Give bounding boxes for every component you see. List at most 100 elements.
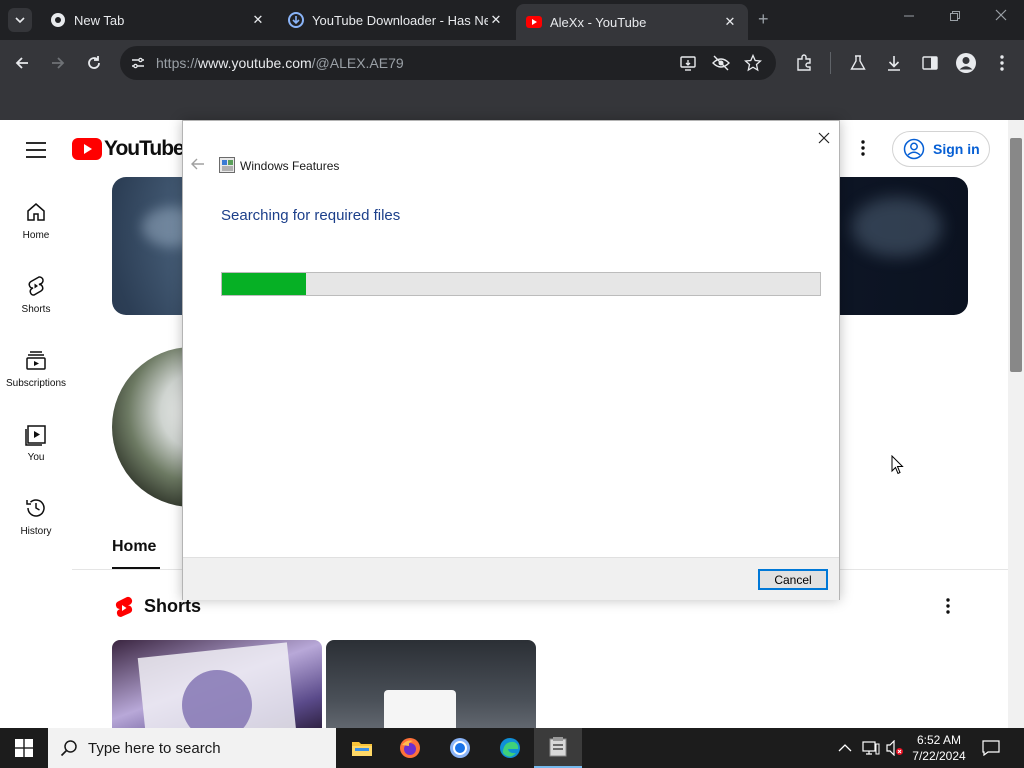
nav-label: Home <box>22 230 50 241</box>
short-thumbnail[interactable] <box>326 640 536 728</box>
show-hidden-icons-button[interactable] <box>838 728 852 768</box>
extensions-button[interactable] <box>791 50 817 76</box>
start-button[interactable] <box>0 728 48 768</box>
bookmarks-bar <box>0 85 1024 120</box>
tab-title: New Tab <box>74 12 125 28</box>
dialog-back-button[interactable] <box>191 157 205 173</box>
youtube-logo-text: YouTube <box>104 137 185 160</box>
restore-icon <box>950 11 960 21</box>
profile-button[interactable] <box>953 50 979 76</box>
volume-muted-icon <box>886 740 903 756</box>
labs-button[interactable] <box>845 50 871 76</box>
windows-logo-icon <box>15 739 33 757</box>
dialog-status-text: Searching for required files <box>221 207 401 224</box>
shorts-logo-icon <box>114 596 134 625</box>
nav-label: You <box>27 452 45 463</box>
site-settings-icon[interactable] <box>130 55 146 74</box>
edge-icon <box>500 738 520 758</box>
taskbar-edge[interactable] <box>486 728 534 768</box>
taskbar-clock[interactable]: 6:52 AM 7/22/2024 <box>906 732 972 764</box>
arrow-left-icon <box>15 57 28 69</box>
subscriptions-icon <box>26 351 46 370</box>
back-button[interactable] <box>9 50 35 76</box>
tab-close-icon[interactable]: ✕ <box>722 14 738 30</box>
restore-button[interactable] <box>940 8 970 24</box>
dialog-close-button[interactable] <box>813 127 835 149</box>
install-app-icon[interactable] <box>680 54 698 75</box>
active-tab-underline <box>112 567 160 569</box>
side-panel-button[interactable] <box>917 50 943 76</box>
reload-icon <box>88 56 100 69</box>
windows-features-icon <box>549 737 567 757</box>
tab-youtube-downloader[interactable]: YouTube Downloader - Has Ne ✕ <box>278 4 514 36</box>
mouse-cursor-icon <box>891 454 904 480</box>
flask-icon <box>850 55 866 70</box>
nav-label: Shorts <box>21 304 51 315</box>
chrome-globe-icon <box>50 12 66 28</box>
chevron-up-icon <box>838 744 852 752</box>
close-window-button[interactable] <box>986 8 1016 24</box>
toolbar-divider <box>830 52 831 74</box>
clock-time: 6:52 AM <box>916 733 962 747</box>
nav-item-home[interactable]: Home <box>0 200 72 241</box>
browser-menu-button[interactable] <box>989 50 1015 76</box>
firefox-icon <box>400 738 420 758</box>
tab-title: YouTube Downloader - Has Ne <box>312 12 488 28</box>
progress-bar-fill <box>222 273 306 295</box>
nav-item-you[interactable]: You <box>0 422 72 463</box>
tab-new-tab[interactable]: New Tab ✕ <box>40 4 276 36</box>
nav-item-history[interactable]: History <box>0 496 72 537</box>
search-placeholder: Type here to search <box>88 739 221 757</box>
notifications-button[interactable] <box>982 728 1000 768</box>
url-scheme: https:// <box>156 55 199 71</box>
windows-features-dialog: Windows Features Searching for required … <box>182 120 840 600</box>
kebab-menu-icon <box>946 598 950 614</box>
browser-toolbar: https://www.youtube.com/@ALEX.AE79 <box>0 40 1024 85</box>
kebab-menu-icon <box>1000 55 1004 71</box>
nav-item-subscriptions[interactable]: Subscriptions <box>0 348 72 389</box>
bookmark-star-icon[interactable] <box>743 53 763 75</box>
new-tab-button[interactable]: + <box>758 9 769 30</box>
tab-close-icon[interactable]: ✕ <box>250 12 266 28</box>
nav-label: History <box>20 526 52 537</box>
tab-search-button[interactable] <box>8 8 32 32</box>
progress-bar <box>221 272 821 296</box>
shorts-menu-button[interactable] <box>946 598 950 619</box>
short-thumbnail[interactable] <box>112 640 322 728</box>
windows-taskbar: Type here to search 6:52 AM 7/22/2024 <box>0 728 1024 768</box>
volume-control[interactable] <box>886 728 904 768</box>
taskbar-file-explorer[interactable] <box>338 728 386 768</box>
you-icon <box>25 425 46 446</box>
tab-close-icon[interactable]: ✕ <box>488 12 504 28</box>
taskbar-firefox[interactable] <box>386 728 434 768</box>
channel-tab-home[interactable]: Home <box>112 538 156 556</box>
nav-item-shorts[interactable]: Shorts <box>0 274 72 315</box>
network-status[interactable] <box>862 728 880 768</box>
nav-label: Subscriptions <box>5 378 67 389</box>
side-panel-icon <box>922 56 938 70</box>
minimize-button[interactable] <box>894 8 924 24</box>
downloader-favicon-icon <box>288 12 304 28</box>
history-icon <box>26 499 45 517</box>
chevron-down-icon <box>15 17 25 24</box>
sign-in-button[interactable]: Sign in <box>892 131 990 167</box>
eye-off-icon[interactable] <box>712 54 730 75</box>
taskbar-search-box[interactable]: Type here to search <box>48 728 336 768</box>
address-bar[interactable]: https://www.youtube.com/@ALEX.AE79 <box>120 46 776 80</box>
settings-menu-button[interactable] <box>861 140 865 161</box>
hamburger-icon <box>26 142 46 158</box>
network-icon <box>862 741 880 755</box>
youtube-logo[interactable]: YouTube <box>72 137 185 161</box>
guide-menu-button[interactable] <box>24 141 48 164</box>
cancel-button[interactable]: Cancel <box>758 569 828 590</box>
tab-alexx-youtube[interactable]: AleXx - YouTube ✕ <box>516 4 748 40</box>
reload-button[interactable] <box>81 50 107 76</box>
url-host: www.youtube.com <box>198 55 312 71</box>
forward-button[interactable] <box>45 50 71 76</box>
taskbar-windows-features[interactable] <box>534 728 582 768</box>
dialog-footer: Cancel <box>183 557 839 600</box>
home-icon <box>27 203 45 221</box>
taskbar-chrome[interactable] <box>436 728 484 768</box>
scrollbar-thumb[interactable] <box>1010 138 1022 372</box>
downloads-button[interactable] <box>881 50 907 76</box>
